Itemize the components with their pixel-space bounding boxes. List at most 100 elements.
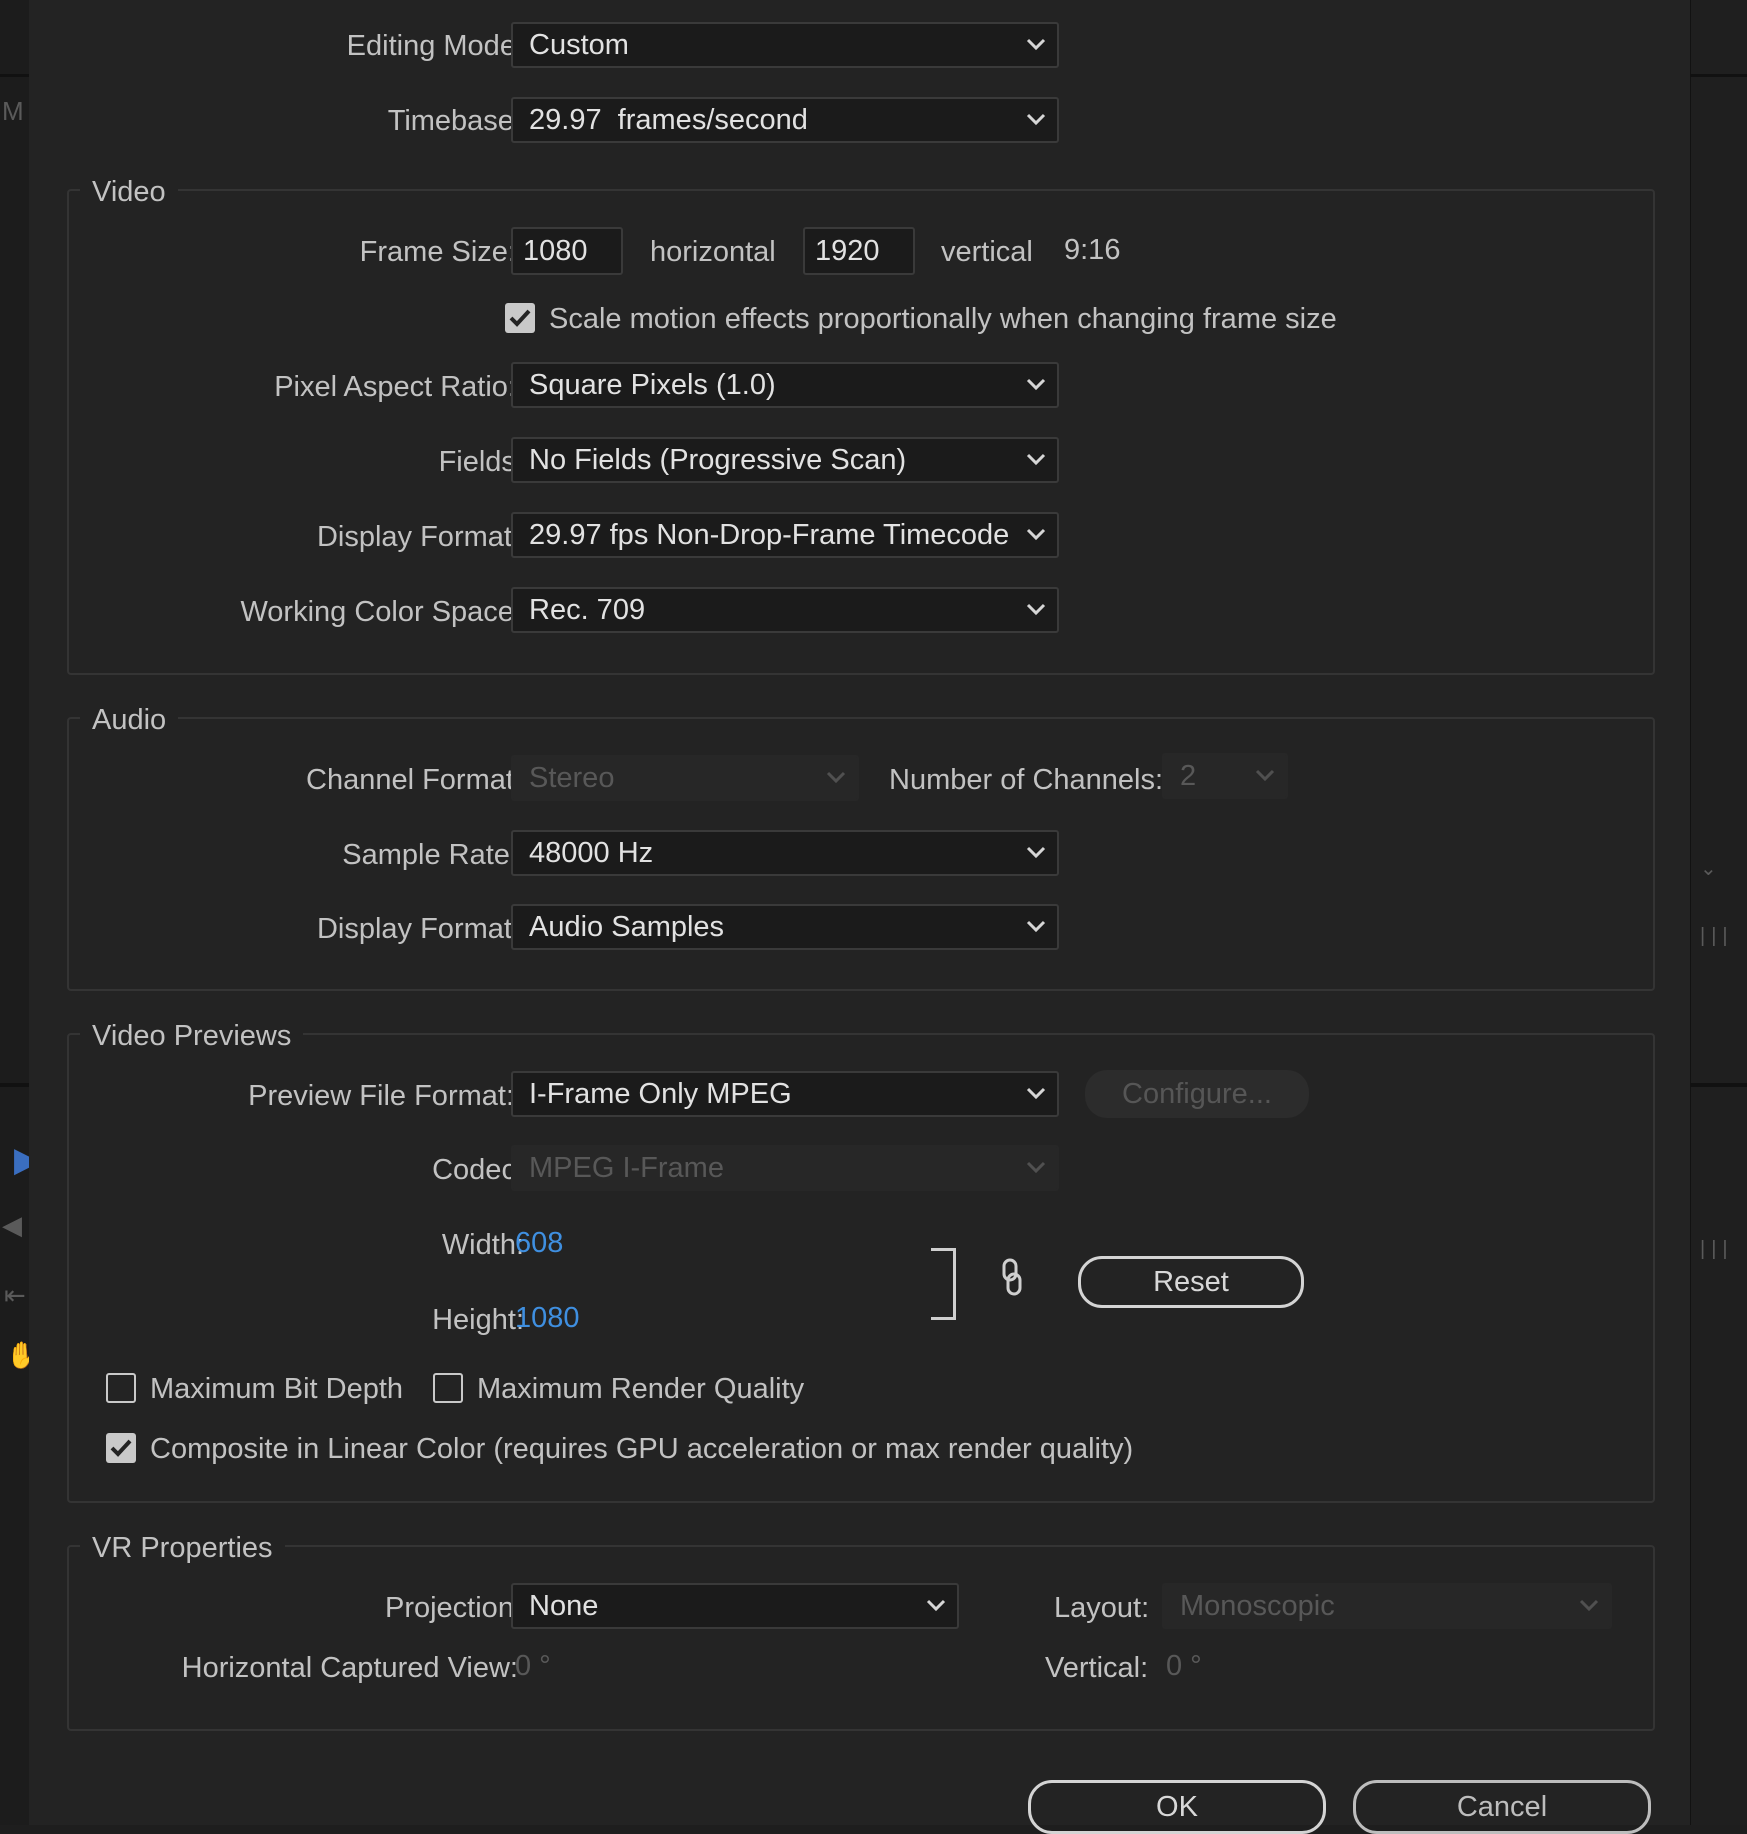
num-channels-label: Number of Channels: <box>889 764 1164 796</box>
checkmark-icon <box>110 1439 132 1457</box>
link-bracket <box>931 1248 956 1320</box>
pixel-aspect-label: Pixel Aspect Ratio: <box>274 371 516 403</box>
ruler-ticks: ||| <box>1700 1238 1734 1260</box>
vertical-label: vertical <box>941 236 1033 268</box>
horizontal-view-label: Horizontal Captured View: <box>181 1652 518 1684</box>
sample-rate-value: 48000 Hz <box>529 837 654 869</box>
video-group-title: Video <box>80 175 178 209</box>
background-right-panel <box>1690 0 1747 1825</box>
frame-size-label: Frame Size: <box>359 236 516 268</box>
horizontal-label: horizontal <box>650 236 776 268</box>
checkmark-icon <box>509 309 531 327</box>
background-divider <box>0 74 29 77</box>
num-channels-value: 2 <box>1180 760 1197 792</box>
ripple-edit-icon: ⇤ <box>4 1280 26 1310</box>
link-chain-icon[interactable] <box>1001 1258 1023 1298</box>
vr-properties-group-title: VR Properties <box>80 1531 285 1565</box>
horizontal-view-value[interactable]: 0 ° <box>515 1649 551 1683</box>
chevron-down-icon: ⌄ <box>1700 858 1717 880</box>
color-space-label: Working Color Space: <box>240 596 522 628</box>
background-divider <box>1690 74 1747 77</box>
preview-width-label: Width: <box>441 1229 524 1261</box>
codec-value: MPEG I-Frame <box>529 1152 724 1184</box>
video-display-format-dropdown[interactable]: 29.97 fps Non-Drop-Frame Timecode <box>511 512 1059 558</box>
chevron-down-icon <box>826 771 846 784</box>
linear-color-checkbox[interactable] <box>106 1433 136 1463</box>
chevron-down-icon <box>1026 38 1046 51</box>
chevron-down-icon <box>1026 528 1046 541</box>
audio-display-format-label: Display Format: <box>316 913 520 945</box>
aspect-ratio-readout: 9:16 <box>1064 234 1121 266</box>
sample-rate-label: Sample Rate: <box>342 839 518 871</box>
configure-button[interactable]: Configure... <box>1085 1070 1309 1118</box>
vr-properties-group <box>67 1545 1655 1731</box>
vertical-view-label: Vertical: <box>1045 1652 1149 1684</box>
preview-width-value[interactable]: 608 <box>515 1226 563 1260</box>
chevron-down-icon <box>1026 1087 1046 1100</box>
projection-dropdown[interactable]: None <box>511 1583 959 1629</box>
channel-format-value: Stereo <box>529 762 615 794</box>
frame-width-input[interactable]: 1080 <box>511 227 623 275</box>
scale-motion-checkbox[interactable] <box>505 303 535 333</box>
chevron-down-icon <box>1026 1161 1046 1174</box>
fields-value: No Fields (Progressive Scan) <box>529 444 907 476</box>
chevron-down-icon <box>1026 920 1046 933</box>
max-bit-depth-checkbox[interactable] <box>106 1373 136 1403</box>
layout-dropdown[interactable]: Monoscopic <box>1162 1583 1612 1629</box>
preview-file-format-dropdown[interactable]: I-Frame Only MPEG <box>511 1071 1059 1117</box>
video-display-format-value: 29.97 fps Non-Drop-Frame Timecode <box>529 519 1010 551</box>
layout-label: Layout: <box>1054 1592 1150 1624</box>
channel-format-dropdown[interactable]: Stereo <box>511 755 859 801</box>
background-left-panel <box>0 0 30 1825</box>
audio-display-format-dropdown[interactable]: Audio Samples <box>511 904 1059 950</box>
codec-dropdown[interactable]: MPEG I-Frame <box>511 1145 1059 1191</box>
scale-motion-label: Scale motion effects proportionally when… <box>549 303 1337 335</box>
linear-color-label: Composite in Linear Color (requires GPU … <box>150 1433 1134 1465</box>
layout-value: Monoscopic <box>1180 1590 1335 1622</box>
max-bit-depth-label: Maximum Bit Depth <box>150 1373 404 1405</box>
sample-rate-dropdown[interactable]: 48000 Hz <box>511 830 1059 876</box>
chevron-down-icon <box>1255 769 1275 782</box>
chevron-down-icon <box>926 1599 946 1612</box>
cancel-button[interactable]: Cancel <box>1353 1780 1651 1834</box>
frame-height-input[interactable]: 1920 <box>803 227 915 275</box>
chevron-down-icon <box>1026 603 1046 616</box>
max-render-quality-label: Maximum Render Quality <box>477 1373 805 1405</box>
projection-label: Projection: <box>384 1592 522 1624</box>
timebase-value: 29.97 frames/second <box>529 104 808 136</box>
background-divider <box>0 1083 29 1087</box>
chevron-down-icon <box>1026 378 1046 391</box>
background-letter: M <box>2 96 24 126</box>
color-space-value: Rec. 709 <box>529 594 646 626</box>
channel-format-label: Channel Format: <box>306 764 522 796</box>
editing-mode-dropdown[interactable]: Custom <box>511 22 1059 68</box>
vertical-view-value[interactable]: 0 ° <box>1166 1649 1202 1683</box>
chevron-down-icon <box>1026 846 1046 859</box>
chevron-down-icon <box>1026 113 1046 126</box>
pixel-aspect-dropdown[interactable]: Square Pixels (1.0) <box>511 362 1059 408</box>
editing-mode-label: Editing Mode: <box>346 30 524 62</box>
preview-file-format-label: Preview File Format: <box>248 1080 514 1112</box>
ok-button[interactable]: OK <box>1028 1780 1326 1834</box>
fields-dropdown[interactable]: No Fields (Progressive Scan) <box>511 437 1059 483</box>
preview-height-value[interactable]: 1080 <box>515 1301 580 1335</box>
preview-file-format-value: I-Frame Only MPEG <box>529 1078 792 1110</box>
max-render-quality-checkbox[interactable] <box>433 1373 463 1403</box>
chevron-down-icon <box>1026 453 1046 466</box>
reset-button[interactable]: Reset <box>1078 1256 1304 1308</box>
ruler-ticks: ||| <box>1700 925 1734 947</box>
audio-display-format-value: Audio Samples <box>529 911 725 943</box>
audio-group-title: Audio <box>80 703 179 737</box>
preview-height-label: Height: <box>432 1304 524 1336</box>
chevron-down-icon <box>1579 1599 1599 1612</box>
timebase-dropdown[interactable]: 29.97 frames/second <box>511 97 1059 143</box>
editing-mode-value: Custom <box>529 29 629 61</box>
timebase-label: Timebase: <box>387 105 522 137</box>
new-sequence-settings-dialog: Editing Mode: Custom Timebase: 29.97 fra… <box>29 0 1690 1834</box>
pixel-aspect-value: Square Pixels (1.0) <box>529 369 776 401</box>
video-display-format-label: Display Format: <box>316 521 520 553</box>
video-previews-group-title: Video Previews <box>80 1019 304 1053</box>
projection-value: None <box>529 1590 599 1622</box>
color-space-dropdown[interactable]: Rec. 709 <box>511 587 1059 633</box>
num-channels-dropdown[interactable]: 2 <box>1162 753 1288 799</box>
